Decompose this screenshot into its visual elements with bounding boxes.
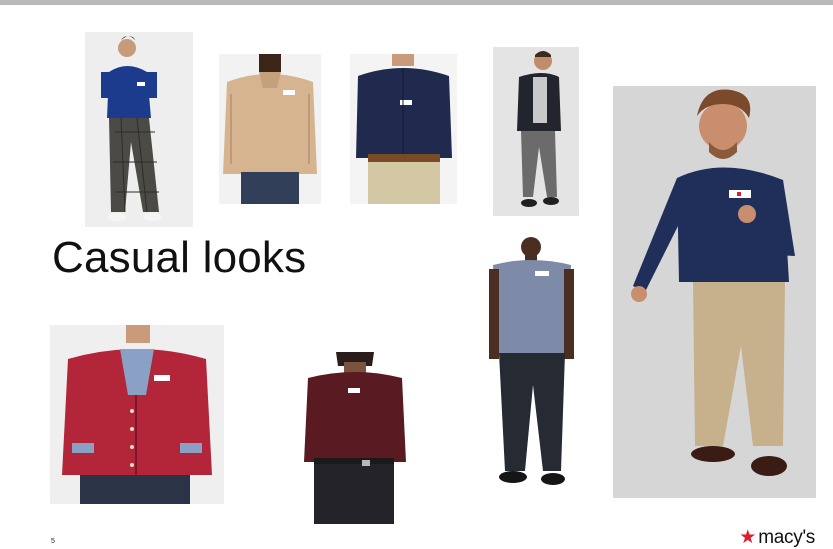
- product-photo-red-cardigan[interactable]: [50, 325, 224, 504]
- slide-title: Casual looks: [52, 233, 307, 282]
- brand-wordmark: macy's: [758, 527, 815, 548]
- product-photo-black-jacket[interactable]: [493, 47, 579, 216]
- macys-logo: ★ macy's: [739, 528, 815, 547]
- model-figure: [493, 47, 579, 216]
- product-photo-polo-blue[interactable]: [85, 32, 193, 227]
- product-photo-gray-polo[interactable]: [485, 235, 578, 490]
- model-figure: [85, 32, 193, 227]
- product-photo-quarter-zip[interactable]: [219, 54, 321, 204]
- star-icon: ★: [739, 527, 757, 548]
- model-figure: [485, 235, 578, 490]
- model-figure: [50, 325, 224, 504]
- product-photo-navy-shirt[interactable]: [350, 54, 457, 204]
- model-figure: [613, 86, 816, 498]
- product-photo-maroon-polo[interactable]: [300, 352, 410, 524]
- model-figure: [350, 54, 457, 204]
- product-photo-navy-sweater[interactable]: [613, 86, 816, 498]
- page-number: 5: [51, 538, 55, 545]
- model-figure: [300, 352, 410, 524]
- model-figure: [219, 54, 321, 204]
- top-rule: [0, 0, 833, 5]
